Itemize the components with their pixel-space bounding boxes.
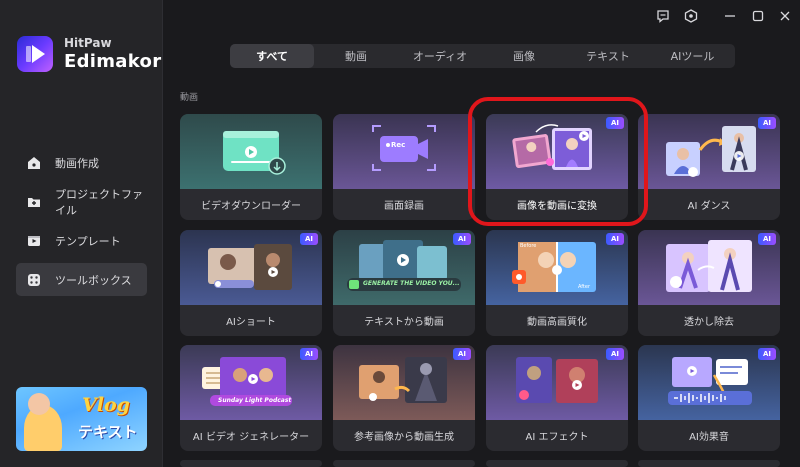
- tab-all[interactable]: すべて: [230, 44, 314, 68]
- home-icon: [27, 156, 41, 170]
- tab-audio[interactable]: オーディオ: [398, 44, 482, 68]
- tool-card-label: テキストから動画: [364, 317, 444, 328]
- text-to-video-icon: GENERATE THE VIDEO YOU... AI: [333, 230, 475, 305]
- sidebar-item-label: ツールボックス: [55, 273, 132, 287]
- watermark-remove-icon: AI: [638, 230, 780, 305]
- tool-card-ai-sound-effect[interactable]: AI AI効果音: [638, 345, 780, 451]
- maximize-icon[interactable]: [751, 8, 765, 22]
- video-enhance-icon: Before After AI: [486, 230, 628, 305]
- tool-card-label: AIショート: [226, 317, 276, 328]
- tab-video[interactable]: 動画: [314, 44, 398, 68]
- tool-card-video-enhance[interactable]: Before After AI 動画高画質化: [486, 230, 628, 336]
- rec-label: Rec: [391, 141, 406, 149]
- ai-video-generator-icon: Sunday Light Podcast AI: [180, 345, 322, 420]
- ai-badge: AI: [453, 348, 471, 360]
- brand-name-top: HitPaw: [64, 36, 112, 50]
- sidebar-item-label: プロジェクトファイル: [55, 187, 143, 217]
- prompt-text: GENERATE THE VIDEO YOU...: [363, 280, 460, 287]
- sidebar-item-label: 動画作成: [55, 156, 99, 170]
- highlight-annotation: [468, 97, 648, 226]
- ai-dance-icon: AI: [638, 114, 780, 189]
- tool-card-partial[interactable]: [180, 460, 322, 467]
- brand-name-main: Edimakor: [64, 51, 162, 72]
- podcast-caption: Sunday Light Podcast: [218, 397, 292, 404]
- ai-badge: AI: [300, 348, 318, 360]
- sidebar-item-toolbox[interactable]: ツールボックス: [16, 263, 147, 296]
- tab-text[interactable]: テキスト: [566, 44, 650, 68]
- tool-card-partial[interactable]: [638, 460, 780, 467]
- tool-card-screen-recording[interactable]: Rec 画面録画: [333, 114, 475, 220]
- tool-card-ai-effect[interactable]: AI AI エフェクト: [486, 345, 628, 451]
- tool-card-partial[interactable]: [333, 460, 475, 467]
- ai-badge: AI: [606, 348, 624, 360]
- promo-person-icon: [28, 393, 50, 415]
- tool-card-ai-video-generator[interactable]: Sunday Light Podcast AI AI ビデオ ジェネレーター: [180, 345, 322, 451]
- sidebar-item-create-video[interactable]: 動画作成: [16, 146, 147, 179]
- tab-ai-tools[interactable]: AIツール: [650, 44, 735, 68]
- folder-plus-icon: [27, 195, 41, 209]
- ai-short-icon: AI: [180, 230, 322, 305]
- minimize-icon[interactable]: [723, 8, 737, 22]
- category-tabs: すべて 動画 オーディオ 画像 テキスト AIツール: [230, 44, 735, 68]
- ai-badge: AI: [758, 348, 776, 360]
- screen-record-icon: Rec: [333, 114, 475, 189]
- ai-sound-effect-icon: AI: [638, 345, 780, 420]
- tool-card-label: 動画高画質化: [527, 317, 587, 328]
- before-label: Before: [520, 243, 537, 249]
- tool-card-ai-dance[interactable]: AI AI ダンス: [638, 114, 780, 220]
- tool-card-label: AI ダンス: [687, 201, 731, 212]
- tool-card-text-to-video[interactable]: GENERATE THE VIDEO YOU... AI テキストから動画: [333, 230, 475, 336]
- ai-badge: AI: [606, 233, 624, 245]
- ai-badge: AI: [758, 117, 776, 129]
- promo-title: Vlog: [82, 394, 130, 416]
- sidebar: HitPaw Edimakor 動画作成 プロジェクトファイル テンプレート ツ…: [0, 0, 163, 467]
- video-download-icon: [180, 114, 322, 189]
- ai-badge: AI: [300, 233, 318, 245]
- tool-card-partial[interactable]: [486, 460, 628, 467]
- ai-badge: AI: [758, 233, 776, 245]
- sidebar-item-templates[interactable]: テンプレート: [16, 224, 147, 257]
- ai-badge: AI: [453, 233, 471, 245]
- tool-card-label: AI ビデオ ジェネレーター: [192, 432, 310, 443]
- tool-card-label: AI エフェクト: [525, 432, 589, 443]
- edimakor-logo-icon: [17, 36, 53, 72]
- reference-image-video-icon: AI: [333, 345, 475, 420]
- tool-card-label: ビデオダウンローダー: [201, 201, 301, 212]
- tool-card-label: 画面録画: [384, 201, 424, 212]
- after-label: After: [578, 284, 591, 290]
- section-label-video: 動画: [180, 93, 199, 103]
- vlog-promo-banner[interactable]: Vlog テキスト: [16, 387, 147, 451]
- close-icon[interactable]: [778, 8, 792, 22]
- toolbox-icon: [27, 273, 41, 287]
- tool-card-label: AI効果音: [689, 432, 729, 443]
- tool-card-reference-image-video[interactable]: AI 参考画像から動画生成: [333, 345, 475, 451]
- promo-subtitle: テキスト: [78, 423, 138, 441]
- sidebar-item-label: テンプレート: [55, 234, 121, 248]
- feedback-icon[interactable]: [656, 8, 670, 23]
- template-icon: [27, 234, 41, 248]
- tool-card-video-downloader[interactable]: ビデオダウンローダー: [180, 114, 322, 220]
- tool-card-label: 透かし除去: [684, 317, 734, 328]
- settings-icon[interactable]: [684, 8, 698, 23]
- tool-card-ai-short[interactable]: AI AIショート: [180, 230, 322, 336]
- tab-image[interactable]: 画像: [482, 44, 566, 68]
- sidebar-item-project-files[interactable]: プロジェクトファイル: [16, 185, 147, 218]
- tool-card-label: 参考画像から動画生成: [354, 432, 454, 443]
- tool-card-watermark-remove[interactable]: AI 透かし除去: [638, 230, 780, 336]
- ai-effect-icon: AI: [486, 345, 628, 420]
